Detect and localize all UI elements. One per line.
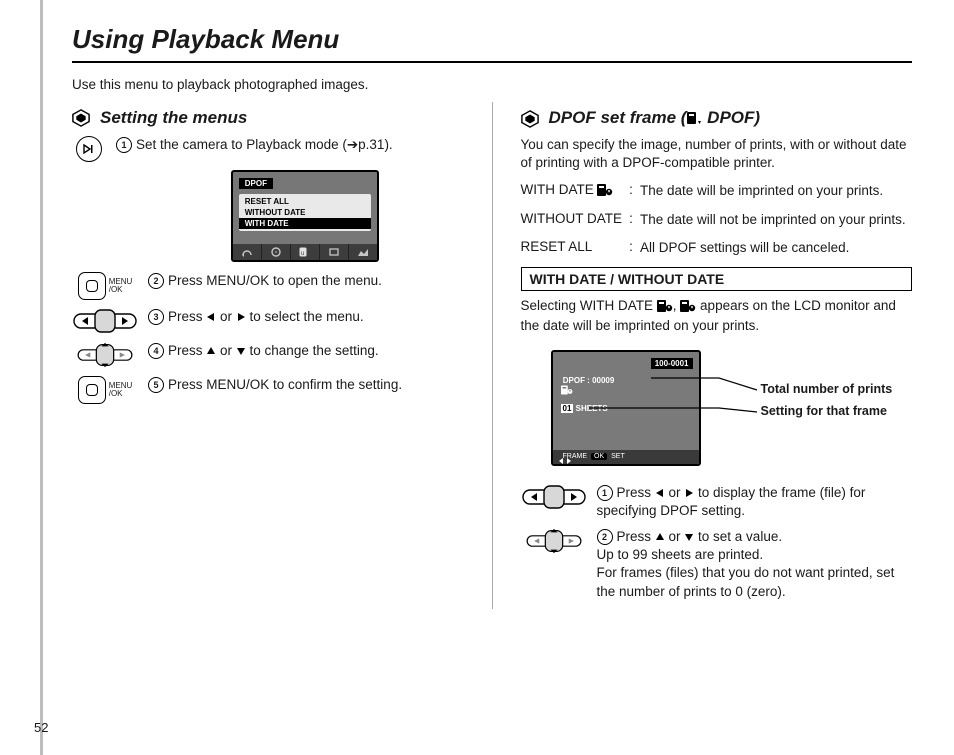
hex-bullet-icon xyxy=(72,109,90,127)
step-4: 4Press or to change the setting. xyxy=(72,342,464,368)
dpof-lead-text: You can specify the image, number of pri… xyxy=(521,136,913,172)
step-number-5: 5 xyxy=(148,377,164,393)
section-heading-row: DPOF set frame ( DPOF) xyxy=(521,108,913,130)
step-5: MENU/OK 5Press MENU/OK to confirm the se… xyxy=(72,376,464,404)
ok-button-label: MENU/OK xyxy=(109,382,133,398)
column-right: DPOF set frame ( DPOF) You can specify t… xyxy=(521,102,913,609)
lcd-callout-figure: 100-0001 DPOF : 00009 01 SHEETS FRAME OK xyxy=(521,346,913,476)
dpof-options-list: WITH DATE : The date will be imprinted o… xyxy=(521,182,913,257)
playback-mode-icon xyxy=(72,136,106,162)
hex-bullet-icon xyxy=(521,110,539,128)
right-step-1: 1Press or to display the frame (file) fo… xyxy=(521,484,913,520)
section-heading-row: Setting the menus xyxy=(72,108,464,128)
step-2: MENU/OK 2Press MENU/OK to open the menu. xyxy=(72,272,464,300)
lcd-tab-bar: u xyxy=(233,244,377,260)
heading-setting-menus: Setting the menus xyxy=(100,108,247,128)
date-stamp-icon xyxy=(597,184,613,199)
lcd-tab-icon: u xyxy=(291,244,320,260)
right-step-2-text: 2Press or to set a value. Up to 99 sheet… xyxy=(597,528,913,601)
step-5-text: 5Press MENU/OK to confirm the setting. xyxy=(148,376,464,394)
step-2-text: 2Press MENU/OK to open the menu. xyxy=(148,272,464,290)
dpad-horizontal-icon xyxy=(72,308,138,334)
callout-total-prints: Total number of prints xyxy=(761,382,893,396)
dpad-vertical-icon xyxy=(72,342,138,368)
right-arrow-icon xyxy=(684,485,694,503)
lcd-top-label: DPOF xyxy=(239,178,273,189)
step-3: 3Press or to select the menu. xyxy=(72,308,464,334)
option-with-date-key: WITH DATE xyxy=(521,182,623,200)
right-arrow-icon xyxy=(236,309,246,327)
column-left: Setting the menus 1Set the camera to Pla… xyxy=(72,102,464,609)
ok-button-icon xyxy=(78,272,106,300)
dpad-vertical-icon xyxy=(521,528,587,554)
intro-text: Use this menu to playback photographed i… xyxy=(72,77,912,92)
option-reset-val: All DPOF settings will be canceled. xyxy=(640,239,912,257)
step-number-1: 1 xyxy=(116,137,132,153)
lcd-menu-row: RESET ALL xyxy=(239,196,371,207)
callout-setting-frame: Setting for that frame xyxy=(761,404,887,418)
lcd-wrapper: DPOF RESET ALL WITHOUT DATE WITH DATE u xyxy=(146,170,464,262)
column-separator xyxy=(492,102,493,609)
colon: : xyxy=(626,182,636,200)
lcd-dpof-menu: DPOF RESET ALL WITHOUT DATE WITH DATE u xyxy=(231,170,379,262)
menu-ok-button-icon: MENU/OK xyxy=(72,376,138,404)
svg-text:u: u xyxy=(301,251,304,257)
date-stamp-icon xyxy=(657,299,673,317)
subsection-lead: Selecting WITH DATE , appears on the LCD… xyxy=(521,297,913,335)
dpad-horizontal-icon xyxy=(521,484,587,510)
lcd-menu-row-selected: WITH DATE xyxy=(239,218,371,229)
two-column-layout: Setting the menus 1Set the camera to Pla… xyxy=(72,102,912,609)
step-1: 1Set the camera to Playback mode (➔p.31)… xyxy=(72,136,464,162)
option-with-date-val: The date will be imprinted on your print… xyxy=(640,182,912,200)
step-number-3: 3 xyxy=(148,309,164,325)
lcd-tab-icon xyxy=(349,244,377,260)
lcd-tab-icon xyxy=(233,244,262,260)
lcd-tab-icon xyxy=(320,244,349,260)
page-number: 52 xyxy=(34,720,48,735)
step-4-text: 4Press or to change the setting. xyxy=(148,342,464,360)
lcd-menu-list: RESET ALL WITHOUT DATE WITH DATE xyxy=(239,194,371,231)
step-number-2: 2 xyxy=(597,529,613,545)
title-bar: Using Playback Menu xyxy=(72,24,912,63)
print-order-icon xyxy=(686,110,702,130)
ok-button-label: MENU/OK xyxy=(109,278,133,294)
right-step-2: 2Press or to set a value. Up to 99 sheet… xyxy=(521,528,913,601)
down-arrow-icon xyxy=(684,529,694,547)
step-number-4: 4 xyxy=(148,343,164,359)
step-3-text: 3Press or to select the menu. xyxy=(148,308,464,326)
left-arrow-icon xyxy=(655,485,665,503)
option-reset-key: RESET ALL xyxy=(521,239,623,257)
down-arrow-icon xyxy=(236,343,246,361)
heading-dpof: DPOF set frame ( DPOF) xyxy=(549,108,761,130)
option-without-date-val: The date will not be imprinted on your p… xyxy=(640,211,912,229)
page: Using Playback Menu Use this menu to pla… xyxy=(0,0,954,755)
colon: : xyxy=(626,239,636,257)
subsection-heading-box: WITH DATE / WITHOUT DATE xyxy=(521,267,913,291)
right-step-1-text: 1Press or to display the frame (file) fo… xyxy=(597,484,913,520)
up-arrow-icon xyxy=(206,343,216,361)
option-without-date-key: WITHOUT DATE xyxy=(521,211,623,229)
up-arrow-icon xyxy=(655,529,665,547)
colon: : xyxy=(626,211,636,229)
step-number-2: 2 xyxy=(148,273,164,289)
menu-ok-button-icon: MENU/OK xyxy=(72,272,138,300)
page-title: Using Playback Menu xyxy=(72,24,912,55)
ok-button-icon xyxy=(78,376,106,404)
left-arrow-icon xyxy=(206,309,216,327)
step-1-text: 1Set the camera to Playback mode (➔p.31)… xyxy=(116,136,464,155)
step-number-1: 1 xyxy=(597,485,613,501)
lcd-menu-row: WITHOUT DATE xyxy=(239,207,371,218)
date-stamp-icon xyxy=(680,299,696,317)
lcd-tab-icon xyxy=(262,244,291,260)
